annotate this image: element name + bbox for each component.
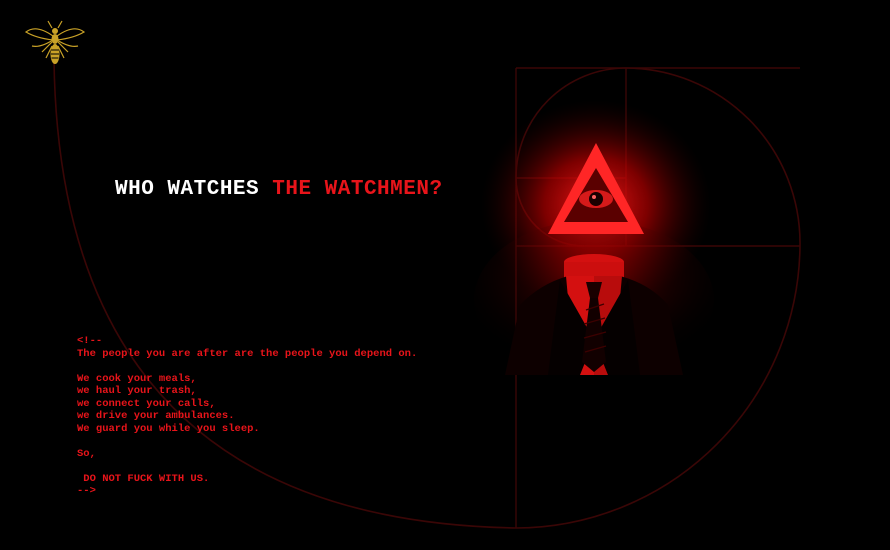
message-line bbox=[77, 435, 417, 448]
message-line: The people you are after are the people … bbox=[77, 347, 418, 360]
message-line bbox=[77, 360, 417, 373]
message-line: we haul your trash, bbox=[77, 385, 197, 397]
message-line bbox=[77, 460, 417, 473]
message-line: We cook your meals, bbox=[77, 372, 197, 385]
message-line: We guard you while you sleep. bbox=[77, 422, 260, 435]
message-line: we connect your calls, bbox=[77, 397, 216, 410]
message-line: <!-- bbox=[77, 335, 103, 347]
headline-white-text: WHO WATCHES bbox=[115, 178, 260, 201]
message-line: --> bbox=[77, 485, 96, 497]
headline-red-text: THE WATCHMEN? bbox=[272, 178, 443, 201]
hacker-message: <!-- The people you are after are the peo… bbox=[77, 335, 417, 498]
message-line: we drive your ambulances. bbox=[77, 410, 235, 422]
message-line: So, bbox=[77, 447, 96, 460]
wasp-icon bbox=[24, 20, 86, 64]
page-headline: WHO WATCHES THE WATCHMEN? bbox=[115, 178, 443, 201]
message-line: DO NOT FUCK WITH US. bbox=[77, 472, 210, 485]
